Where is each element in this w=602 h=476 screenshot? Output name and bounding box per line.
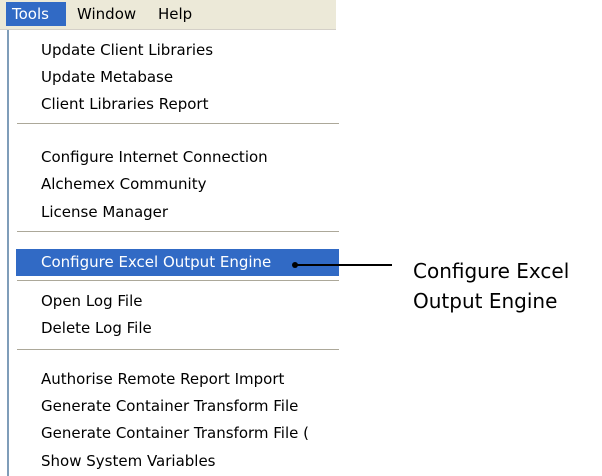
menu-window[interactable]: Window (71, 2, 151, 26)
menu-separator (17, 349, 339, 351)
callout-pointer-line (292, 262, 392, 268)
menu-item-update-client-libraries[interactable]: Update Client Libraries (9, 37, 339, 64)
callout-label-line1: Configure Excel (413, 259, 570, 283)
menu-item-update-metabase[interactable]: Update Metabase (9, 64, 339, 91)
menu-item-generate-container-transform-file-2[interactable]: Generate Container Transform File ( (9, 420, 339, 447)
menu-separator (17, 123, 339, 125)
menu-tools[interactable]: Tools (6, 2, 66, 26)
menu-item-open-log-file[interactable]: Open Log File (9, 288, 339, 315)
menu-bar: Tools Window Help (0, 0, 336, 30)
callout-label-line2: Output Engine (413, 289, 558, 313)
menu-item-configure-internet-connection[interactable]: Configure Internet Connection (9, 144, 339, 171)
menu-item-alchemex-community[interactable]: Alchemex Community (9, 171, 339, 198)
menu-help[interactable]: Help (152, 2, 204, 26)
menu-separator (17, 231, 339, 233)
menu-separator (17, 280, 339, 282)
menu-item-client-libraries-report[interactable]: Client Libraries Report (9, 91, 339, 118)
callout-label: Configure Excel Output Engine (413, 256, 602, 316)
tools-dropdown-menu: Update Client Libraries Update Metabase … (7, 30, 340, 476)
menu-item-license-manager[interactable]: License Manager (9, 199, 339, 226)
menu-item-authorise-remote-report-import[interactable]: Authorise Remote Report Import (9, 366, 339, 393)
menu-item-show-system-variables[interactable]: Show System Variables (9, 448, 339, 475)
menu-item-generate-container-transform-file[interactable]: Generate Container Transform File (9, 393, 339, 420)
menu-item-delete-log-file[interactable]: Delete Log File (9, 315, 339, 342)
menu-item-configure-excel-output-engine[interactable]: Configure Excel Output Engine (16, 249, 339, 276)
